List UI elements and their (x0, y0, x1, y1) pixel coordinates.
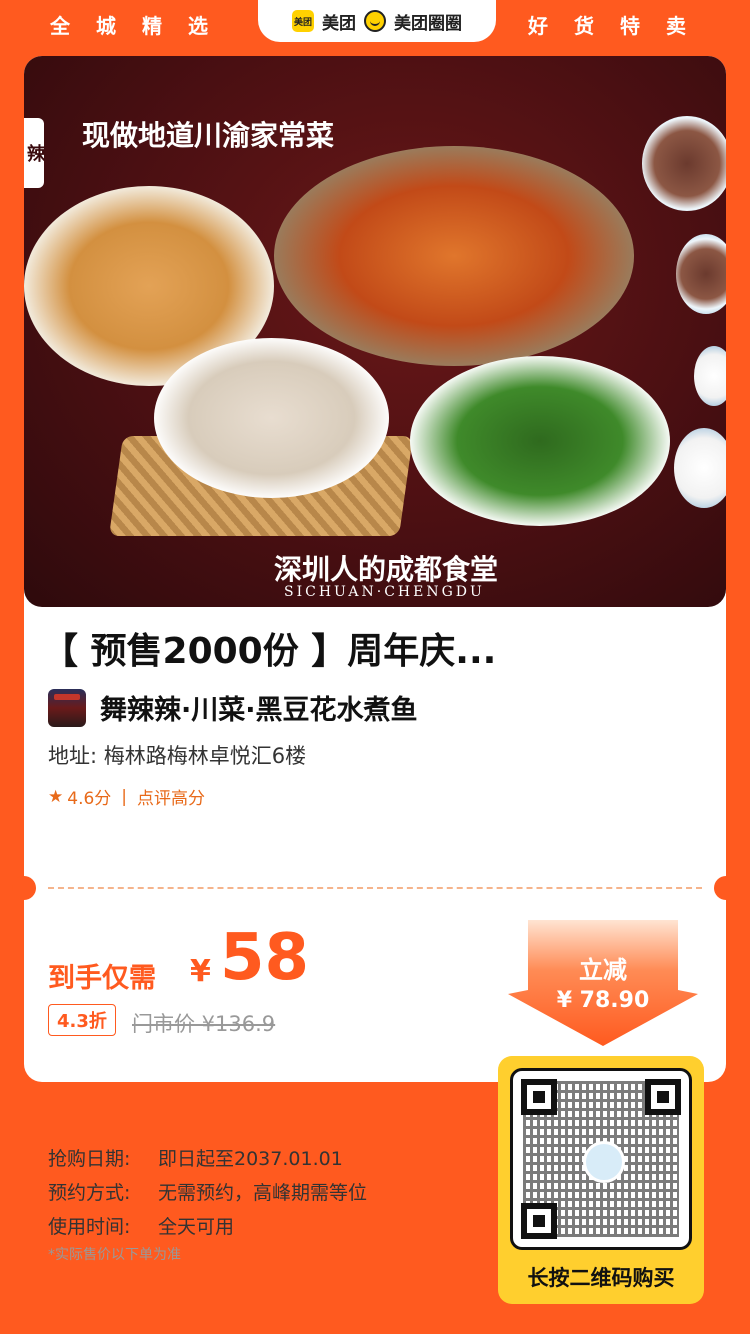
booking-key: 预约方式: (48, 1182, 131, 1204)
rating-row: ★ 4.6分 | 点评高分 (48, 784, 206, 810)
hero-badge: 辣 (24, 118, 45, 188)
greens-dish-image (410, 356, 670, 526)
top-left-label: 全城精选 (50, 14, 234, 38)
qr-label: 长按二维码购买 (527, 1266, 675, 1290)
top-right-label: 好货特卖 (528, 14, 712, 38)
hero-slogan-en: SICHUAN·CHENGDU (284, 584, 485, 600)
market-price: 门市价 ¥136.9 (132, 1012, 276, 1036)
side-bowl-image (676, 234, 726, 314)
price-value: 58 (220, 921, 310, 995)
shop-address: 地址: 梅林路梅林卓悦汇6楼 (48, 744, 307, 768)
usage-time-row: 使用时间: 全天可用 (48, 1212, 234, 1239)
hero-image: 辣 现做地道川渝家常菜 深圳人的成都食堂 SICHUAN·CHENGDU (24, 56, 726, 607)
price-currency: ¥ (190, 954, 211, 989)
star-icon: ★ (48, 786, 64, 807)
purchase-date-row: 抢购日期: 即日起至2037.01.01 (48, 1144, 343, 1171)
price-label: 到手仅需 (48, 963, 156, 994)
brand-bar: 美团 美团 美团圈圈 (258, 0, 496, 42)
purchase-date-value: 即日起至2037.01.01 (158, 1148, 343, 1170)
hero-slogan: 深圳人的成都食堂 (274, 553, 499, 586)
qr-card[interactable]: 长按二维码购买 (498, 1056, 704, 1304)
shop-avatar (48, 688, 86, 727)
shop-name: 舞辣辣·川菜·黑豆花水煮鱼 (100, 695, 418, 726)
lotus-soup-image (154, 338, 389, 498)
discount-badge: 4.3折 (48, 1004, 116, 1036)
reduce-label: 立减 (579, 956, 627, 984)
ticket-divider (48, 887, 702, 889)
side-bowl-image (642, 116, 726, 211)
rating-divider: | (121, 786, 128, 807)
qr-finder-icon (521, 1079, 557, 1115)
top-bar: 全城精选 美团 美团 美团圈圈 好货特卖 (0, 0, 750, 48)
usage-key: 使用时间: (48, 1216, 131, 1238)
qr-code[interactable] (510, 1068, 692, 1250)
shop-row[interactable]: 舞辣辣·川菜·黑豆花水煮鱼 (48, 688, 418, 727)
wok-dish-image (274, 146, 634, 366)
rating-score: 4.6分 (67, 789, 112, 809)
qr-finder-icon (521, 1203, 557, 1239)
reduce-amount: ¥ 78.90 (556, 988, 650, 1013)
product-title[interactable]: 【 预售2000份 】周年庆... (42, 622, 642, 674)
qr-avatar-icon (583, 1141, 625, 1183)
brand-meituan: 美团 (322, 13, 356, 34)
rice-bowl-image (674, 428, 726, 508)
booking-row: 预约方式: 无需预约，高峰期需等位 (48, 1178, 367, 1205)
meituan-logo-icon: 美团 (292, 10, 314, 32)
purchase-date-key: 抢购日期: (48, 1148, 131, 1170)
brand-quanquan: 美团圈圈 (394, 13, 462, 34)
qr-finder-icon (645, 1079, 681, 1115)
rating-tag: 点评高分 (137, 789, 206, 809)
booking-value: 无需预约，高峰期需等位 (158, 1182, 368, 1204)
usage-value: 全天可用 (158, 1216, 235, 1238)
smile-logo-icon (364, 10, 386, 32)
hero-headline: 现做地道川渝家常菜 (82, 119, 335, 152)
rice-bowl-image (694, 346, 726, 406)
ticket-notch-right (714, 876, 738, 900)
ticket-notch-left (12, 876, 36, 900)
price-footnote: *实际售价以下单为准 (48, 1247, 181, 1263)
